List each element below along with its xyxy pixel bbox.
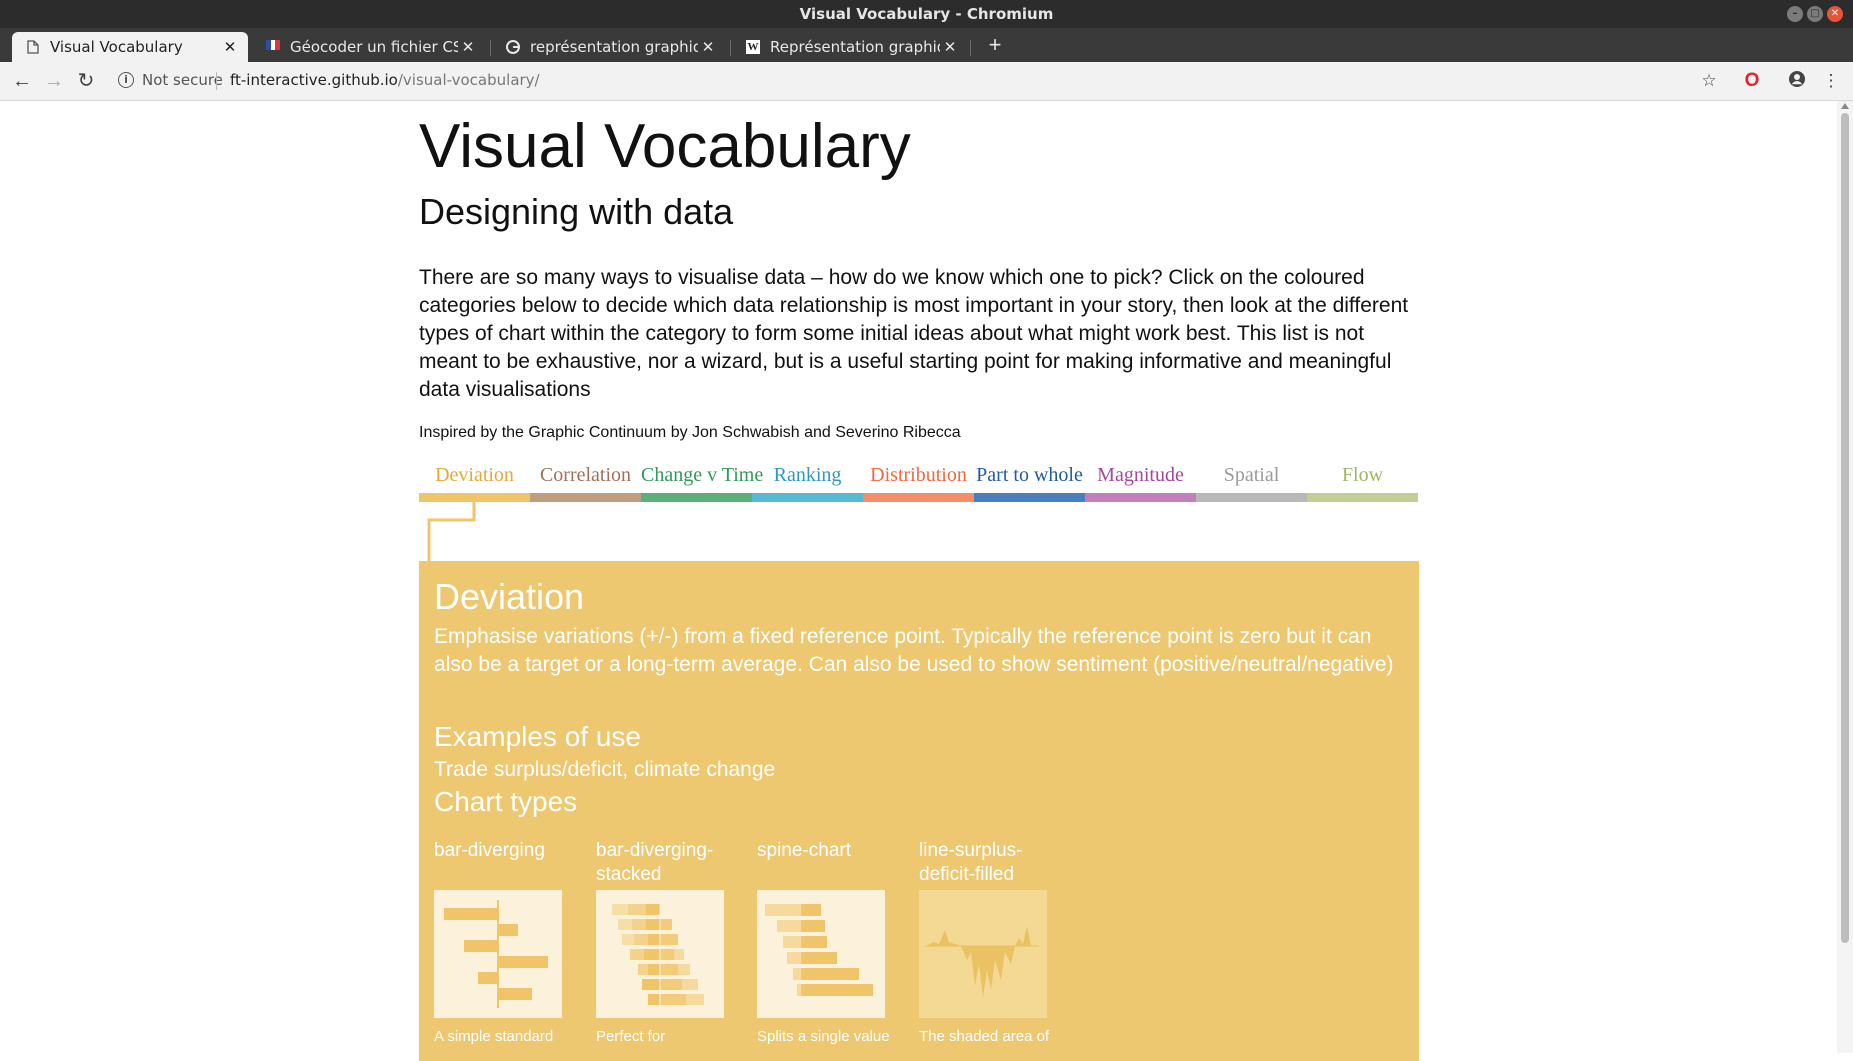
category-color-bar (1307, 493, 1418, 502)
opera-extension-icon[interactable]: O (1741, 70, 1763, 92)
url-host: ft-interactive.github.io (230, 71, 398, 89)
category-bar: Deviation Correlation Change v Time Ranking… (419, 460, 1419, 502)
new-tab-icon[interactable]: + (982, 32, 1008, 58)
category-color-bar (974, 493, 1085, 502)
intro-paragraph: There are so many ways to visualise data… (419, 266, 1409, 401)
panel-heading: Deviation (434, 576, 585, 617)
close-window-icon[interactable]: ✕ (1827, 6, 1843, 22)
category-tab-correlation[interactable]: Correlation (530, 460, 641, 502)
reload-icon[interactable]: ↻ (74, 69, 98, 93)
chart-types-heading: Chart types (434, 786, 578, 817)
category-tab-deviation[interactable]: Deviation (419, 460, 530, 502)
category-tab-ranking[interactable]: Ranking (752, 460, 863, 502)
address-bar[interactable]: ft-interactive.github.io/visual-vocabula… (230, 70, 540, 90)
info-icon[interactable]: i (118, 72, 134, 88)
line-surplus-deficit-filled-thumbnail[interactable] (919, 890, 1047, 1018)
chart-type-description: Perfect for (596, 1028, 666, 1045)
chart-type-name: spine-chart (757, 840, 851, 861)
category-color-bar (1085, 493, 1196, 502)
tab-divider (490, 40, 491, 56)
bar-diverging-stacked-thumbnail[interactable] (596, 890, 724, 1018)
panel-description: Emphasise variations (+/-) from a fixed … (434, 625, 1394, 676)
chart-type-description: Splits a single value (757, 1028, 890, 1045)
close-tab-icon[interactable]: ✕ (458, 38, 478, 56)
examples-heading: Examples of use (434, 721, 641, 752)
chart-type-bar-diverging[interactable]: bar-diverging A simple standard (434, 839, 562, 1045)
tab-label: Représentation graphique (770, 38, 940, 56)
chart-type-name: line-surplus-deficit-filled (919, 840, 1023, 885)
category-panel: Deviation Emphasise variations (+/-) fro… (419, 561, 1419, 1061)
page-scrollbar[interactable] (1837, 101, 1853, 1053)
chart-type-spine-chart[interactable]: spine-chart Splits a single value (757, 839, 890, 1045)
category-label: Deviation (435, 464, 514, 486)
scrollbar-thumb[interactable] (1841, 113, 1849, 943)
examples-text: Trade surplus/deficit, climate change (434, 758, 776, 781)
minimize-icon[interactable]: – (1787, 6, 1803, 22)
maximize-icon[interactable]: □ (1807, 6, 1823, 22)
window-controls: – □ ✕ (1787, 6, 1843, 22)
category-color-bar (863, 493, 974, 502)
scroll-up-icon[interactable] (1841, 103, 1849, 109)
chart-type-description: A simple standard (434, 1028, 554, 1045)
window-titlebar: Visual Vocabulary - Chromium – □ ✕ (0, 0, 1853, 28)
tab-representation-google[interactable]: représentation graphique ✕ (492, 32, 726, 62)
google-icon (506, 40, 520, 54)
tab-divider (730, 40, 731, 56)
category-tab-flow[interactable]: Flow (1307, 460, 1418, 502)
tab-strip: Visual Vocabulary ✕ Géocoder un fichier … (0, 28, 1853, 62)
browser-toolbar: ← → ↻ i Not secure ft-interactive.github… (0, 62, 1853, 101)
category-color-bar (752, 493, 863, 502)
close-tab-icon[interactable]: ✕ (698, 38, 718, 56)
page-title: Visual Vocabulary (419, 112, 911, 181)
close-tab-icon[interactable]: ✕ (940, 38, 960, 56)
category-label: Spatial (1223, 464, 1280, 486)
category-label: Correlation (539, 464, 632, 486)
back-icon[interactable]: ← (10, 69, 34, 93)
category-label: Part to whole (976, 464, 1083, 486)
category-label: Change v Time (641, 464, 764, 486)
spine-chart-thumbnail[interactable] (757, 890, 885, 1018)
category-label: Flow (1341, 464, 1384, 486)
chart-type-name: bar-diverging-stacked (596, 840, 714, 885)
forward-icon[interactable]: → (42, 69, 66, 93)
bar-diverging-thumbnail[interactable] (434, 890, 562, 1018)
document-icon (26, 40, 40, 54)
omnibox-divider (216, 72, 217, 90)
bookmark-star-icon[interactable]: ☆ (1698, 70, 1720, 92)
chart-type-description: The shaded area of (919, 1028, 1050, 1045)
tab-representation-wikipedia[interactable]: W Représentation graphique ✕ (732, 32, 968, 62)
category-tab-magnitude[interactable]: Magnitude (1085, 460, 1196, 502)
tab-label: Géocoder un fichier CSV | (290, 38, 458, 56)
wikipedia-icon: W (746, 40, 760, 54)
tab-geocoder[interactable]: Géocoder un fichier CSV | ✕ (252, 32, 486, 62)
credit-line: Inspired by the Graphic Continuum by Jon… (419, 424, 961, 441)
tab-divider (970, 40, 971, 56)
window-title: Visual Vocabulary - Chromium (799, 5, 1054, 23)
category-tab-change-v-time[interactable]: Change v Time (641, 460, 764, 502)
page-subtitle: Designing with data (419, 191, 734, 232)
url-path: /visual-vocabulary/ (397, 71, 540, 89)
security-label[interactable]: Not secure (142, 70, 223, 90)
category-tab-part-to-whole[interactable]: Part to whole (974, 460, 1085, 502)
category-color-bar (1196, 493, 1307, 502)
category-tab-spatial[interactable]: Spatial (1196, 460, 1307, 502)
selection-connector (427, 501, 476, 563)
category-label: Magnitude (1097, 464, 1184, 486)
tab-label: représentation graphique (530, 38, 698, 56)
account-icon[interactable] (1786, 70, 1808, 92)
close-tab-icon[interactable]: ✕ (220, 38, 240, 56)
category-color-bar (530, 493, 641, 502)
tab-visual-vocabulary[interactable]: Visual Vocabulary ✕ (12, 32, 248, 62)
chart-type-line-surplus-deficit-filled[interactable]: line-surplus-deficit-filled The shaded a… (919, 839, 1050, 1045)
category-label: Distribution (870, 464, 967, 486)
chart-type-name: bar-diverging (434, 840, 545, 861)
chart-type-bar-diverging-stacked[interactable]: bar-diverging-stacked Perfect for (596, 839, 724, 1045)
category-tab-distribution[interactable]: Distribution (863, 460, 974, 502)
french-flag-icon (266, 40, 280, 54)
menu-icon[interactable]: ⋮ (1820, 70, 1842, 92)
category-label: Ranking (773, 464, 842, 486)
tab-label: Visual Vocabulary (50, 38, 183, 56)
category-color-bar (641, 493, 752, 502)
